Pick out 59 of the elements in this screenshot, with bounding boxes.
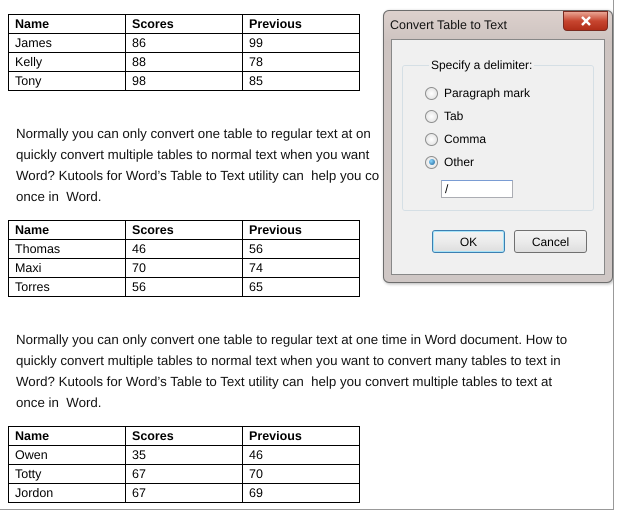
table-cell: Owen xyxy=(8,446,126,464)
table-cell: 67 xyxy=(126,464,242,484)
dialog-button[interactable]: Cancel xyxy=(514,230,587,253)
column-header: Previous xyxy=(242,14,360,34)
table-cell: 67 xyxy=(126,484,242,502)
column-header: Name xyxy=(8,14,126,34)
table-cell: Thomas xyxy=(8,240,126,258)
table-cell: 99 xyxy=(242,34,360,52)
table-cell: 65 xyxy=(242,278,360,296)
option-label[interactable]: Other xyxy=(444,155,474,169)
table-cell: 70 xyxy=(242,464,360,484)
column-header: Previous xyxy=(242,220,360,240)
paragraph-line: once in Word. xyxy=(16,188,102,206)
table-cell: 35 xyxy=(126,446,242,464)
table-cell: Tony xyxy=(8,72,126,90)
column-header: Scores xyxy=(126,426,242,446)
paragraph-line: Word? Kutools for Word’s Table to Text utility can help you convert multiple tables to text at xyxy=(16,373,552,391)
column-header: Previous xyxy=(242,426,360,446)
column-header: Name xyxy=(8,220,126,240)
paragraph-line: Normally you can only convert one table to regular text at one time in Word document. How to xyxy=(16,331,568,349)
paragraph-line: Word? Kutools for Word’s Table to Text utility can help you co xyxy=(16,167,380,185)
table-cell: 74 xyxy=(242,258,360,278)
paragraph-line: quickly convert multiple tables to normal text when you want xyxy=(16,146,370,164)
column-header: Name xyxy=(8,426,126,446)
table-cell: 78 xyxy=(242,52,360,72)
close-icon xyxy=(580,16,592,26)
close-button[interactable] xyxy=(563,11,608,31)
paragraph-line: Normally you can only convert one table to regular text at on xyxy=(16,125,371,143)
table-cell: Torres xyxy=(8,278,126,296)
table-cell: 69 xyxy=(242,484,360,502)
dialog-button[interactable]: OK xyxy=(432,230,505,253)
column-header: Scores xyxy=(126,220,242,240)
radio-button[interactable] xyxy=(425,110,438,122)
table-cell: 85 xyxy=(242,72,360,90)
delimiter-field[interactable]: / xyxy=(441,180,513,198)
table-cell: Jordon xyxy=(8,484,126,502)
paragraph-line: quickly convert multiple tables to normal text when you want to convert many tables to text in xyxy=(16,352,561,370)
group-label: Specify a delimiter: xyxy=(430,58,534,72)
table-cell: 56 xyxy=(126,278,242,296)
option-label[interactable]: Paragraph mark xyxy=(444,86,530,100)
table-cell: 86 xyxy=(126,34,242,52)
table-cell: Totty xyxy=(8,464,126,484)
column-header: Scores xyxy=(126,14,242,34)
radio-button[interactable] xyxy=(425,86,438,100)
option-label[interactable]: Comma xyxy=(444,132,486,146)
option-label[interactable]: Tab xyxy=(444,109,464,123)
table-cell: 98 xyxy=(126,72,242,90)
table-cell: 70 xyxy=(126,258,242,278)
table-cell: 46 xyxy=(242,446,360,464)
table-cell: 88 xyxy=(126,52,242,72)
radio-button[interactable] xyxy=(425,156,438,168)
dialog-title: Convert Table to Text xyxy=(390,18,507,32)
table-cell: James xyxy=(8,34,126,52)
table-cell: 56 xyxy=(242,240,360,258)
paragraph-line: once in Word. xyxy=(16,394,102,412)
radio-button[interactable] xyxy=(425,132,438,146)
table-cell: Maxi xyxy=(8,258,126,278)
table-cell: Kelly xyxy=(8,52,126,72)
table-cell: 46 xyxy=(126,240,242,258)
